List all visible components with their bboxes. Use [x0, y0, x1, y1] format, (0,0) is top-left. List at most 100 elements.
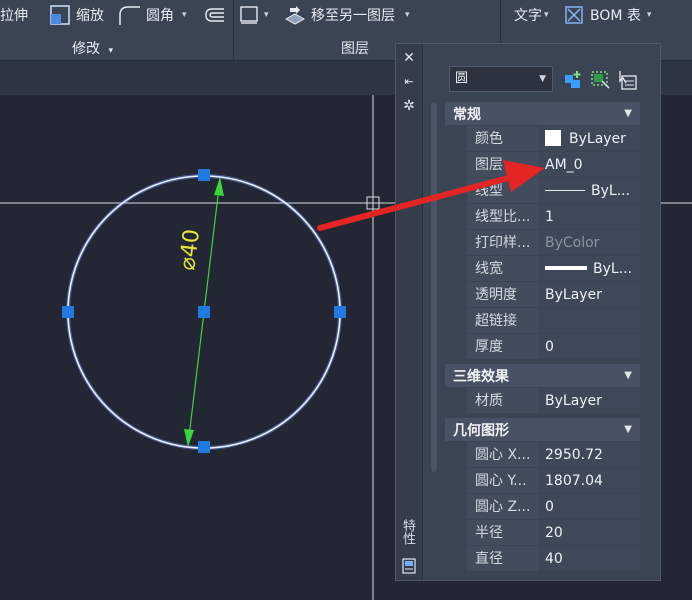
property-row-center-x[interactable]: 圆心 X... 2950.72 — [445, 442, 640, 468]
text-button[interactable]: 文字 ▾ — [514, 4, 549, 26]
dimension-arrow-bottom — [184, 429, 194, 447]
property-value-text: ByL... — [591, 183, 631, 199]
property-value[interactable]: AM_0 — [539, 152, 640, 177]
property-row-center-y[interactable]: 圆心 Y... 1807.04 — [445, 468, 640, 494]
property-row-radius[interactable]: 半径 20 — [445, 520, 640, 546]
property-row-linetype-scale[interactable]: 线型比... 1 — [445, 204, 640, 230]
layer-state-button[interactable]: ▾ — [240, 4, 269, 26]
property-value: ByColor — [539, 230, 640, 255]
chevron-down-icon: ▼ — [624, 424, 632, 435]
property-value[interactable]: ByLayer — [539, 126, 640, 151]
grip-quadrant-bottom[interactable] — [198, 441, 210, 453]
property-row-transparency[interactable]: 透明度 ByLayer — [445, 282, 640, 308]
property-row-linetype[interactable]: 线型 ByL... — [445, 178, 640, 204]
bom-icon — [565, 6, 583, 24]
property-value[interactable]: ByLayer — [539, 388, 640, 413]
grip-quadrant-left[interactable] — [62, 306, 74, 318]
diameter-dimension-text: ⌀40 — [175, 228, 205, 272]
property-value[interactable]: 0 — [539, 494, 640, 519]
bom-dropdown-icon[interactable]: ▾ — [647, 10, 652, 20]
chevron-down-icon: ▼ — [624, 370, 632, 381]
property-row-color[interactable]: 颜色 ByLayer — [445, 126, 640, 152]
category-geometry-title: 几何图形 — [453, 422, 509, 439]
layer-panel-title[interactable]: 图层 — [341, 38, 369, 58]
category-3d-effects-title: 三维效果 — [453, 368, 509, 385]
property-value-text: ByL... — [593, 261, 633, 277]
property-value[interactable]: 2950.72 — [539, 442, 640, 467]
property-row-plot-style[interactable]: 打印样... ByColor — [445, 230, 640, 256]
property-value[interactable]: 40 — [539, 546, 640, 571]
category-general[interactable]: 常规 ▼ — [445, 102, 640, 126]
property-row-lineweight[interactable]: 线宽 ByL... — [445, 256, 640, 282]
property-name: 颜色 — [467, 126, 539, 151]
property-name: 打印样... — [467, 230, 539, 255]
property-row-diameter[interactable]: 直径 40 — [445, 546, 640, 572]
property-value[interactable]: 1807.04 — [539, 468, 640, 493]
modify-panel-dropdown-icon: ▾ — [108, 46, 113, 56]
toggle-pickadd-icon[interactable] — [562, 69, 584, 91]
fillet-icon — [119, 6, 140, 25]
stretch-label: 拉伸 — [0, 8, 28, 24]
palette-title: 特性 — [400, 519, 415, 545]
property-name: 半径 — [467, 520, 539, 545]
property-name: 材质 — [467, 388, 539, 413]
property-row-center-z[interactable]: 圆心 Z... 0 — [445, 494, 640, 520]
property-value-text: ByLayer — [569, 131, 626, 147]
property-value[interactable]: 0 — [539, 334, 640, 359]
dimension-arrow-top — [214, 177, 224, 196]
scale-button[interactable]: 缩放 — [50, 4, 104, 26]
property-row-thickness[interactable]: 厚度 0 — [445, 334, 640, 360]
select-objects-icon[interactable] — [589, 69, 611, 91]
layer-rectangle-icon — [240, 6, 258, 24]
property-name: 透明度 — [467, 282, 539, 307]
property-value[interactable]: 1 — [539, 204, 640, 229]
fillet-button[interactable]: 圆角 ▾ — [118, 4, 187, 26]
color-swatch — [545, 130, 561, 146]
property-value[interactable]: ByL... — [539, 178, 640, 203]
fillet-label: 圆角 — [146, 8, 174, 24]
fillet-dropdown-icon[interactable]: ▾ — [182, 10, 187, 20]
property-name: 图层 — [467, 152, 539, 177]
modify-panel-label: 修改 — [72, 41, 100, 57]
scale-icon — [50, 5, 70, 25]
bom-button[interactable]: BOM 表 ▾ — [564, 4, 651, 26]
lineweight-preview — [545, 266, 587, 270]
property-value[interactable] — [539, 308, 640, 333]
gear-icon[interactable]: ✲ — [401, 98, 417, 114]
property-value[interactable]: ByL... — [539, 256, 640, 281]
text-dropdown-icon[interactable]: ▾ — [544, 10, 549, 20]
stretch-button[interactable]: 拉伸 — [0, 4, 28, 26]
palette-window-icon[interactable] — [401, 558, 417, 574]
category-geometry[interactable]: 几何图形 ▼ — [445, 418, 640, 442]
quick-select-icon[interactable] — [616, 69, 638, 91]
property-row-layer[interactable]: 图层 AM_0 — [445, 152, 640, 178]
property-value[interactable]: ByLayer — [539, 282, 640, 307]
grip-quadrant-top[interactable] — [198, 169, 210, 181]
property-name: 直径 — [467, 546, 539, 571]
property-value[interactable]: 20 — [539, 520, 640, 545]
category-3d-effects[interactable]: 三维效果 ▼ — [445, 364, 640, 388]
grip-center[interactable] — [198, 306, 210, 318]
object-type-value: 圆 — [455, 71, 469, 86]
offset-button[interactable] — [204, 4, 226, 26]
chevron-down-icon: ▼ — [624, 108, 632, 119]
object-type-select[interactable]: 圆 ▼ — [449, 66, 553, 92]
property-grid: 常规 ▼ 颜色 ByLayer 图层 AM_0 线型 ByL... 线型比... 1 打印… — [445, 102, 640, 572]
modify-panel-title[interactable]: 修改 ▾ — [72, 38, 113, 58]
grip-quadrant-right[interactable] — [334, 306, 346, 318]
move-to-layer-label: 移至另一图层 — [311, 8, 395, 24]
scale-label: 缩放 — [76, 8, 104, 24]
text-label: 文字 — [514, 8, 542, 24]
chevron-down-icon: ▼ — [539, 74, 546, 84]
property-name: 圆心 Y... — [467, 468, 539, 493]
linetype-preview — [545, 190, 585, 191]
move-to-layer-dropdown-icon[interactable]: ▾ — [405, 10, 410, 20]
property-row-material[interactable]: 材质 ByLayer — [445, 388, 640, 414]
palette-scrollbar[interactable] — [431, 102, 437, 472]
close-icon[interactable]: ✕ — [401, 50, 417, 66]
layer-state-dropdown-icon[interactable]: ▾ — [264, 10, 269, 20]
autohide-icon[interactable]: ⇤ — [401, 74, 417, 90]
property-name: 厚度 — [467, 334, 539, 359]
move-to-layer-button[interactable]: 移至另一图层 ▾ — [284, 4, 410, 26]
property-row-hyperlink[interactable]: 超链接 — [445, 308, 640, 334]
